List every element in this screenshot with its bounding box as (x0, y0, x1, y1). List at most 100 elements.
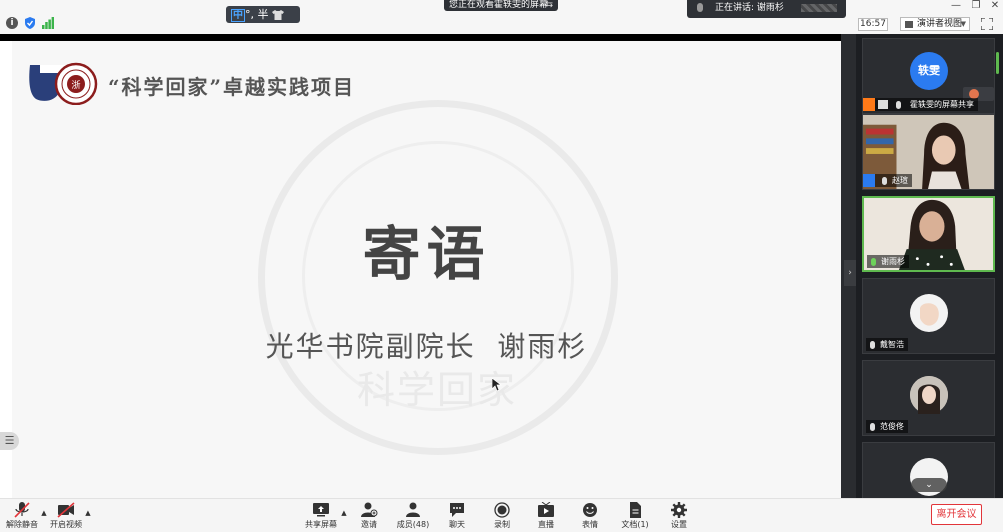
participant-name: 霍轶雯的屏幕共享 (910, 100, 974, 109)
fullscreen-icon[interactable] (981, 18, 993, 30)
view-mode-label: 演讲者视图 (917, 19, 963, 29)
viewing-banner[interactable]: 您正在观看霍轶雯的屏幕 ⇆ (444, 0, 558, 11)
docs-button[interactable]: 文档(1) (613, 502, 657, 532)
participant-name: 范俊佟 (880, 422, 904, 431)
info-icon[interactable]: i (6, 17, 18, 29)
participant-name: 赵瑄 (892, 176, 908, 185)
share-badge-icon (863, 98, 875, 111)
mouse-cursor-icon (492, 378, 502, 392)
host-icon (863, 174, 875, 187)
members-button[interactable]: 成员(48) (391, 502, 435, 532)
shirt-icon[interactable] (272, 10, 284, 20)
list-icon[interactable]: ☰ (0, 432, 19, 450)
invite-icon (361, 502, 378, 517)
meeting-clock: 16:57 (858, 18, 888, 31)
share-screen-label: 共享屏幕 (305, 520, 337, 529)
shield-icon[interactable] (24, 17, 36, 29)
screen-top-border (0, 34, 841, 41)
start-video-label: 开启视频 (50, 520, 82, 529)
unmute-label: 解除静音 (6, 520, 38, 529)
avatar: 轶雯 (910, 52, 948, 90)
mic-muted-icon (14, 502, 30, 518)
live-label: 直播 (538, 520, 554, 529)
photo-avatar (910, 376, 948, 414)
start-video-button[interactable]: 开启视频 (44, 502, 88, 532)
switch-icon[interactable]: ⇆ (545, 0, 553, 10)
participant-tile-active[interactable]: 谢雨杉 (862, 196, 995, 272)
participant-name: 戴智浩 (880, 340, 904, 349)
document-icon (630, 502, 641, 518)
avatar (910, 294, 948, 332)
members-icon (406, 502, 420, 517)
gear-icon (671, 502, 687, 518)
viewing-banner-text: 您正在观看霍轶雯的屏幕 (449, 0, 549, 10)
mic-active-icon (871, 258, 876, 266)
minimize-button[interactable]: — (949, 0, 963, 12)
participant-name-bar: 范俊佟 (866, 420, 908, 433)
ime-toolbar[interactable]: 中 °, 半 (226, 6, 300, 23)
chat-label: 聊天 (449, 520, 465, 529)
invite-button[interactable]: 邀请 (347, 502, 391, 532)
invite-label: 邀请 (361, 520, 377, 529)
chat-icon (450, 503, 464, 517)
ime-width[interactable]: 半 (258, 8, 269, 21)
chevron-down-icon: ▼ (960, 20, 966, 28)
docs-label: 文档(1) (621, 520, 649, 529)
restore-button[interactable]: ❐ (969, 0, 983, 12)
mic-muted-icon (870, 341, 875, 349)
ime-mode[interactable]: 中 (231, 9, 245, 22)
record-icon (494, 502, 510, 518)
video-off-icon (57, 502, 75, 518)
chat-button[interactable]: 聊天 (435, 502, 479, 532)
speaking-label: 正在讲话: 谢雨杉 (715, 3, 784, 13)
participant-tile[interactable]: 赵瑄 (862, 114, 995, 190)
cartoon-avatar-icon (920, 303, 939, 326)
participant-name: 谢雨杉 (881, 257, 905, 266)
meeting-toolbar: 解除静音 ▲ 开启视频 ▲ 共享屏幕 ▲ 邀请 成员(48) 聊天 录制 直播 … (0, 498, 1003, 532)
record-button[interactable]: 录制 (480, 502, 524, 532)
slide-title: 寄语 (362, 220, 491, 288)
top-bar: i 中 °, 半 您正在观看霍轶雯的屏幕 ⇆ 正在讲话: 谢雨杉 16:57 演讲… (0, 0, 1003, 34)
participant-panel: ▲ 轶雯 霍轶雯的屏幕共享 (856, 34, 1003, 498)
collapse-panel-button[interactable]: › (844, 260, 856, 286)
participant-name-bar: 谢雨杉 (867, 255, 909, 268)
reactions-label: 表情 (582, 520, 598, 529)
shared-slide: 科学回家 浙 “科学回家”卓越实践项目 寄语 光华书院副院长 谢雨杉 (12, 41, 841, 498)
participant-tile[interactable]: 范俊佟 (862, 360, 995, 436)
participant-tile[interactable]: 戴智浩 (862, 278, 995, 354)
mic-muted-icon (870, 423, 875, 431)
speaking-indicator: 正在讲话: 谢雨杉 (687, 0, 846, 18)
record-label: 录制 (494, 520, 510, 529)
leave-meeting-button[interactable]: 离开会议 (931, 504, 982, 525)
share-screen-icon (313, 503, 329, 517)
live-button[interactable]: 直播 (524, 502, 568, 532)
reactions-button[interactable]: 表情 (568, 502, 612, 532)
video-options-caret[interactable]: ▲ (84, 509, 92, 517)
mic-muted-icon (882, 177, 887, 185)
slide-header: “科学回家”卓越实践项目 (108, 75, 356, 99)
close-button[interactable]: ✕ (988, 0, 1002, 12)
scroll-down-button[interactable]: ⌄ (911, 478, 947, 492)
logo-char: 浙 (71, 79, 80, 91)
view-mode-dropdown[interactable]: 演讲者视图 ▼ (900, 17, 970, 31)
slide-subtitle: 光华书院副院长 谢雨杉 (265, 330, 588, 363)
participant-name-bar: 赵瑄 (863, 174, 912, 187)
university-logo: 浙 (29, 62, 98, 105)
grid-icon (905, 21, 913, 28)
participant-name-bar: 霍轶雯的屏幕共享 (863, 98, 978, 111)
share-screen-button[interactable]: 共享屏幕 (299, 502, 343, 532)
mic-muted-icon (896, 101, 901, 109)
participant-tile[interactable]: 轶雯 霍轶雯的屏幕共享 (862, 38, 995, 114)
live-icon (538, 502, 554, 517)
members-label: 成员(48) (396, 520, 430, 529)
unmute-button[interactable]: 解除静音 (0, 502, 44, 532)
settings-button[interactable]: 设置 (657, 502, 701, 532)
mic-icon (697, 3, 703, 12)
participant-name-bar: 戴智浩 (866, 338, 908, 351)
settings-label: 设置 (671, 520, 687, 529)
panel-scrollbar[interactable] (996, 52, 999, 74)
smile-icon (583, 503, 597, 517)
ime-punct[interactable]: °, (245, 8, 258, 21)
signal-icon[interactable] (42, 17, 54, 29)
meeting-window: i 中 °, 半 您正在观看霍轶雯的屏幕 ⇆ 正在讲话: 谢雨杉 16:57 演讲… (0, 0, 1003, 532)
